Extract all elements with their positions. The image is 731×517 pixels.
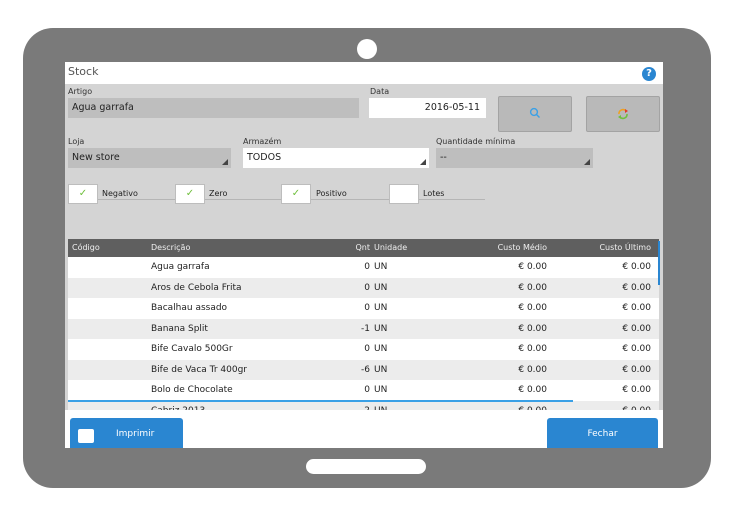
cell-descricao: Bife de Vaca Tr 400gr (151, 364, 247, 375)
cell-unidade: UN (374, 303, 388, 313)
close-button[interactable]: Fechar (547, 418, 658, 448)
col-descricao[interactable]: Descrição (151, 243, 190, 252)
print-button[interactable]: Imprimir (70, 418, 183, 448)
cell-custo-medio: € 0.00 (518, 303, 547, 313)
cell-custo-ultimo: € 0.00 (622, 323, 651, 334)
positivo-checkbox[interactable]: ✓ (281, 184, 311, 204)
cell-custo-medio: € 0.00 (518, 364, 547, 375)
zero-label: Zero (209, 189, 228, 198)
loja-value: New store (72, 152, 120, 163)
window-title: Stock (68, 65, 99, 78)
cell-descricao: Bife Cavalo 500Gr (151, 344, 233, 354)
cell-unidade: UN (374, 344, 388, 354)
print-label: Imprimir (116, 429, 155, 439)
camera-dot (357, 39, 377, 59)
cell-custo-medio: € 0.00 (518, 385, 547, 395)
cell-qnt: 0 (364, 385, 370, 395)
table-header: Código Descrição Qnt Unidade Custo Médio… (68, 239, 659, 257)
refresh-icon (587, 107, 659, 125)
qtd-minima-select[interactable]: -- (436, 148, 593, 168)
cell-custo-medio: € 0.00 (518, 262, 547, 272)
search-button[interactable] (498, 96, 572, 132)
home-bar[interactable] (306, 459, 426, 474)
cell-unidade: UN (374, 282, 388, 293)
negativo-checkbox[interactable]: ✓ (68, 184, 98, 204)
cell-qnt: 0 (364, 282, 370, 293)
vertical-scrollbar[interactable] (658, 241, 660, 285)
cell-descricao: Aros de Cebola Frita (151, 282, 242, 293)
cell-custo-ultimo: € 0.00 (622, 385, 651, 395)
negativo-label: Negativo (102, 189, 138, 198)
cell-qnt: 0 (364, 303, 370, 313)
cell-custo-medio: € 0.00 (518, 323, 547, 334)
cell-custo-medio: € 0.00 (518, 282, 547, 293)
col-custo-medio[interactable]: Custo Médio (498, 243, 547, 252)
table-row[interactable]: Aros de Cebola Frita 0 UN € 0.00 € 0.00 (68, 277, 659, 298)
col-codigo[interactable]: Código (72, 243, 100, 252)
positivo-label: Positivo (316, 189, 347, 198)
table-row[interactable]: Bife Cavalo 500Gr 0 UN € 0.00 € 0.00 (68, 339, 659, 360)
cell-qnt: -6 (361, 364, 370, 375)
loja-label: Loja (68, 137, 85, 146)
dropdown-corner-icon (584, 159, 590, 165)
cell-descricao: Agua garrafa (151, 262, 210, 272)
cell-unidade: UN (374, 323, 388, 334)
cell-custo-ultimo: € 0.00 (622, 303, 651, 313)
dropdown-corner-icon (222, 159, 228, 165)
cell-custo-ultimo: € 0.00 (622, 344, 651, 354)
table-row[interactable]: Bolo de Chocolate 0 UN € 0.00 € 0.00 (68, 380, 659, 401)
cell-unidade: UN (374, 364, 388, 375)
cell-unidade: UN (374, 385, 388, 395)
cell-custo-ultimo: € 0.00 (622, 364, 651, 375)
cell-qnt: 0 (364, 344, 370, 354)
table-row[interactable]: Bacalhau assado 0 UN € 0.00 € 0.00 (68, 298, 659, 319)
table-row[interactable]: Agua garrafa 0 UN € 0.00 € 0.00 (68, 257, 659, 278)
cell-custo-ultimo: € 0.00 (622, 262, 651, 272)
filter-panel: Artigo Agua garrafa Data 2016-05-11 Loja… (65, 84, 663, 415)
lotes-checkbox[interactable] (389, 184, 419, 204)
armazem-value: TODOS (247, 152, 282, 163)
date-field[interactable]: 2016-05-11 (369, 98, 486, 118)
stock-window: Stock ? Artigo Agua garrafa Data 2016-05… (65, 62, 663, 448)
data-label: Data (370, 87, 390, 96)
cell-descricao: Bolo de Chocolate (151, 385, 233, 395)
table-row[interactable]: Banana Split -1 UN € 0.00 € 0.00 (68, 318, 659, 339)
cell-descricao: Bacalhau assado (151, 303, 228, 313)
lotes-label: Lotes (423, 189, 445, 198)
armazem-label: Armazém (243, 137, 282, 146)
cell-qnt: -1 (361, 323, 370, 334)
cell-descricao: Banana Split (151, 323, 208, 334)
artigo-field[interactable]: Agua garrafa (68, 98, 359, 118)
loja-select[interactable]: New store (68, 148, 231, 168)
armazem-select[interactable]: TODOS (243, 148, 429, 168)
artigo-label: Artigo (68, 87, 93, 96)
cell-unidade: UN (374, 262, 388, 272)
cell-custo-medio: € 0.00 (518, 344, 547, 354)
table-row[interactable]: Bife de Vaca Tr 400gr -6 UN € 0.00 € 0.0… (68, 359, 659, 380)
cell-custo-ultimo: € 0.00 (622, 282, 651, 293)
title-bar: Stock ? (65, 62, 663, 84)
close-label: Fechar (587, 429, 618, 439)
horizontal-scrollbar[interactable] (68, 400, 573, 402)
zero-checkbox[interactable]: ✓ (175, 184, 205, 204)
qtd-minima-value: -- (440, 152, 447, 163)
help-icon[interactable]: ? (642, 67, 656, 81)
printer-icon (78, 429, 94, 443)
refresh-button[interactable] (586, 96, 660, 132)
qtd-minima-label: Quantidade mínima (436, 137, 516, 146)
col-unidade[interactable]: Unidade (374, 243, 407, 252)
divider (68, 199, 485, 200)
dropdown-corner-icon (420, 159, 426, 165)
table-body: Agua garrafa 0 UN € 0.00 € 0.00 Aros de … (68, 257, 659, 415)
cell-qnt: 0 (364, 262, 370, 272)
search-icon (499, 107, 571, 123)
col-qnt[interactable]: Qnt (355, 243, 370, 252)
col-custo-ultimo[interactable]: Custo Último (599, 243, 651, 252)
